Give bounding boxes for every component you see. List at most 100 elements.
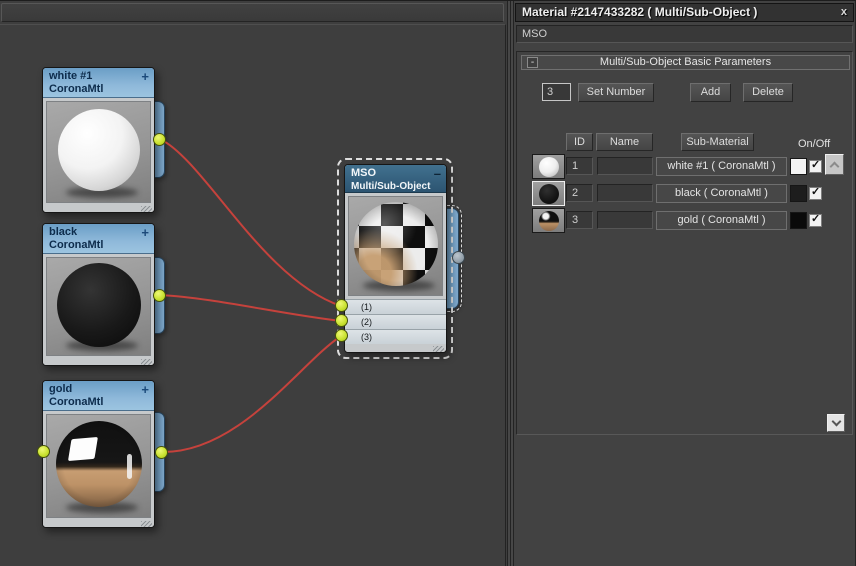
sort-name-button[interactable]: Name	[596, 133, 653, 151]
expand-icon[interactable]: +	[141, 225, 149, 240]
node-subtitle: CoronaMtl	[49, 396, 104, 408]
rollout-title: Multi/Sub-Object Basic Parameters	[599, 56, 772, 68]
node-body	[43, 411, 154, 521]
submaterial-thumbnail[interactable]	[532, 208, 565, 233]
slot-2[interactable]: (2)	[345, 314, 446, 329]
node-subtitle: Multi/Sub-Object	[351, 181, 431, 192]
submaterial-thumbnail[interactable]	[532, 181, 565, 206]
material-count-input[interactable]: 3	[542, 83, 571, 101]
rollout-header[interactable]: - Multi/Sub-Object Basic Parameters	[521, 55, 850, 70]
check-icon: ✓	[811, 213, 821, 225]
checker-sphere-image	[353, 202, 438, 287]
id-field[interactable]: 3	[566, 211, 593, 229]
submaterial-button[interactable]: white #1 ( CoronaMtl )	[656, 157, 787, 176]
node-title: gold	[49, 383, 73, 395]
node-white-header[interactable]: white #1 CoronaMtl +	[43, 68, 154, 98]
node-title: white #1	[49, 70, 93, 82]
scroll-down-button[interactable]	[827, 414, 845, 432]
submaterial-row: 3 gold ( CoronaMtl ) ✓	[517, 208, 854, 233]
black-sphere-thumb	[538, 183, 559, 204]
specular-highlight	[126, 453, 133, 480]
mso-output-socket[interactable]	[452, 251, 465, 264]
white-sphere-thumb	[538, 156, 559, 177]
close-icon[interactable]: x	[841, 4, 847, 21]
node-mso-header[interactable]: MSO Multi/Sub-Object –	[345, 165, 446, 193]
node-body	[43, 254, 154, 359]
id-field[interactable]: 1	[566, 157, 593, 175]
node-view-pane: white #1 CoronaMtl + black CoronaMtl + g…	[0, 1, 507, 566]
gold-sphere-thumb	[538, 210, 559, 231]
submaterial-row: 1 white #1 ( CoronaMtl ) ✓	[517, 154, 854, 179]
material-preview	[46, 414, 151, 518]
expand-icon[interactable]: +	[141, 69, 149, 84]
submaterial-button[interactable]: gold ( CoronaMtl )	[656, 211, 787, 230]
color-swatch[interactable]	[790, 185, 807, 202]
resize-grip[interactable]	[43, 521, 154, 527]
panel-title-bar[interactable]: Material #2147433282 ( Multi/Sub-Object …	[515, 3, 854, 22]
slate-material-editor: white #1 CoronaMtl + black CoronaMtl + g…	[0, 0, 856, 566]
mso-slot2-input-socket[interactable]	[335, 314, 348, 327]
chevron-up-icon	[829, 161, 840, 172]
node-gold-output-socket[interactable]	[155, 446, 168, 459]
node-subtitle: CoronaMtl	[49, 83, 104, 95]
node-black[interactable]: black CoronaMtl +	[42, 223, 155, 366]
submaterial-row: 2 black ( CoronaMtl ) ✓	[517, 181, 854, 206]
node-black-output-socket[interactable]	[153, 289, 166, 302]
node-white-output-socket[interactable]	[153, 133, 166, 146]
material-preview	[348, 196, 443, 296]
color-swatch[interactable]	[790, 212, 807, 229]
gold-sphere-image	[55, 420, 142, 507]
chevron-down-icon	[831, 416, 841, 427]
collapse-icon[interactable]: –	[434, 166, 441, 181]
node-white[interactable]: white #1 CoronaMtl +	[42, 67, 155, 213]
onoff-checkbox[interactable]: ✓	[809, 159, 822, 173]
black-sphere-image	[56, 262, 141, 347]
onoff-column-label: On/Off	[798, 138, 831, 150]
sort-submaterial-button[interactable]: Sub-Material	[681, 133, 754, 151]
color-swatch[interactable]	[790, 158, 807, 175]
node-body	[345, 193, 446, 299]
add-button[interactable]: Add	[690, 83, 731, 102]
collapse-icon[interactable]: -	[527, 57, 538, 68]
expand-icon[interactable]: +	[141, 382, 149, 397]
slot-1[interactable]: (1)	[345, 299, 446, 314]
specular-highlight	[68, 437, 98, 461]
onoff-checkbox[interactable]: ✓	[809, 213, 822, 227]
check-icon: ✓	[811, 186, 821, 198]
mso-slot1-input-socket[interactable]	[335, 299, 348, 312]
submaterial-thumbnail[interactable]	[532, 154, 565, 179]
name-input[interactable]	[597, 184, 653, 202]
name-input[interactable]	[597, 211, 653, 229]
node-subtitle: CoronaMtl	[49, 239, 104, 251]
mso-slot3-input-socket[interactable]	[335, 329, 348, 342]
node-black-header[interactable]: black CoronaMtl +	[43, 224, 154, 254]
node-gold[interactable]: gold CoronaMtl +	[42, 380, 155, 528]
white-sphere-image	[57, 109, 140, 191]
node-mso[interactable]: MSO Multi/Sub-Object – (1) (2) (3)	[344, 164, 447, 353]
material-parameter-panel: Material #2147433282 ( Multi/Sub-Object …	[514, 1, 856, 566]
resize-grip[interactable]	[345, 344, 446, 352]
sort-id-button[interactable]: ID	[566, 133, 593, 151]
name-input[interactable]	[597, 157, 653, 175]
pane-splitter[interactable]	[507, 1, 514, 566]
delete-button[interactable]: Delete	[743, 83, 793, 102]
node-gold-input-socket[interactable]	[37, 445, 50, 458]
panel-title-text: Material #2147433282 ( Multi/Sub-Object …	[522, 5, 758, 19]
id-field[interactable]: 2	[566, 184, 593, 202]
material-preview	[46, 101, 151, 203]
material-name-field[interactable]: MSO	[516, 25, 853, 43]
check-icon: ✓	[811, 159, 821, 171]
submaterial-button[interactable]: black ( CoronaMtl )	[656, 184, 787, 203]
scroll-up-button[interactable]	[825, 154, 844, 175]
set-number-button[interactable]: Set Number	[578, 83, 654, 102]
resize-grip[interactable]	[43, 206, 154, 212]
onoff-checkbox[interactable]: ✓	[809, 186, 822, 200]
node-gold-header[interactable]: gold CoronaMtl +	[43, 381, 154, 411]
basic-parameters-rollout: - Multi/Sub-Object Basic Parameters 3 Se…	[516, 51, 853, 435]
node-body	[43, 98, 154, 206]
view-toolbar	[1, 3, 504, 22]
slot-3[interactable]: (3)	[345, 329, 446, 344]
node-title: black	[49, 226, 78, 238]
resize-grip[interactable]	[43, 359, 154, 365]
node-title: MSO	[351, 167, 377, 179]
